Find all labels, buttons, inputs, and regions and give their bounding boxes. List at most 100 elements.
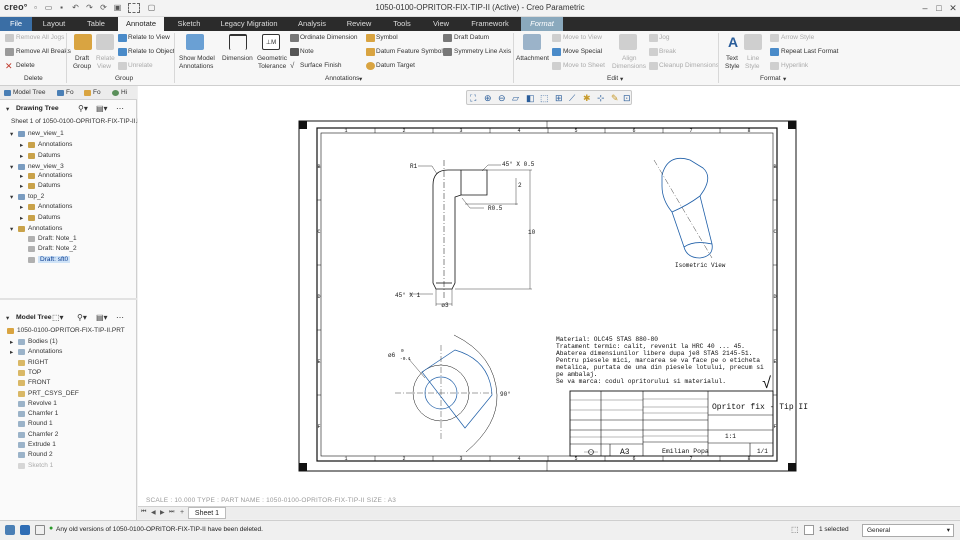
relate-to-object-button[interactable]: Relate to Object [128, 48, 175, 55]
geometric-tolerance-button[interactable]: Geometric [257, 55, 287, 62]
ordinate-dimension-button[interactable]: Ordinate Dimension [300, 34, 357, 41]
tab-file[interactable]: File [0, 17, 32, 31]
draft-datum-button[interactable]: Draft Datum [454, 34, 489, 41]
annotations-dropdown-icon[interactable]: ▾ [359, 75, 362, 83]
model-tree-item[interactable]: Annotations [28, 348, 62, 355]
tab-sheet-1[interactable]: Sheet 1 [188, 507, 226, 519]
drawing-tree-item[interactable]: Datums [38, 182, 60, 189]
line-style-button[interactable]: Line [747, 55, 759, 62]
model-tree-item[interactable]: Chamfer 2 [28, 431, 58, 438]
cleanup-dimensions-button[interactable]: Cleanup Dimensions [659, 62, 719, 69]
datum-display-icon[interactable]: ⬚ [540, 93, 549, 104]
tree-expand-icon[interactable]: ▾ [10, 130, 13, 138]
selection-filter-icon[interactable] [128, 3, 140, 13]
next-sheet-icon[interactable]: ▶ [160, 509, 165, 516]
model-tree-item[interactable]: Sketch 1 [28, 462, 53, 469]
selection-filter-box[interactable] [804, 525, 814, 535]
drawing-sheet[interactable]: 1 2 3 4 5 6 7 8 1 2 3 4 5 6 7 8 B C D E … [138, 86, 960, 506]
model-tree-item[interactable]: TOP [28, 369, 41, 376]
model-tree-item[interactable]: Round 1 [28, 420, 53, 427]
remove-all-jogs-button[interactable]: Remove All Jogs [16, 34, 64, 41]
tab-annotate[interactable]: Annotate [118, 17, 164, 31]
dimension-button[interactable]: Dimension [222, 55, 253, 62]
model-tree-item[interactable]: PRT_CSYS_DEF [28, 390, 79, 397]
note-button[interactable]: Note [300, 48, 314, 55]
tab-view[interactable]: View [424, 17, 458, 31]
show-model-annotations-button[interactable]: Show Model [179, 55, 215, 62]
model-tree-item[interactable]: FRONT [28, 379, 50, 386]
remove-all-breaks-button[interactable]: Remove All Breaks [16, 48, 71, 55]
model-tree-item[interactable]: Extrude 1 [28, 441, 56, 448]
relate-to-view-button[interactable]: Relate to View [128, 34, 170, 41]
drawing-tree-item[interactable]: Draft: Note_2 [38, 245, 77, 252]
group-label-delete[interactable]: Delete [24, 75, 43, 82]
tree-expand-icon[interactable]: ▸ [20, 182, 23, 190]
attachment-button[interactable]: Attachment [516, 55, 549, 62]
tab-legacy-migration[interactable]: Legacy Migration [212, 17, 286, 31]
redo-icon[interactable]: ↷ [84, 3, 95, 13]
tab-review[interactable]: Review [340, 17, 378, 31]
model-tree-item[interactable]: Revolve 1 [28, 400, 57, 407]
tree-expand-icon[interactable]: ▸ [20, 172, 23, 180]
tree-expand-icon[interactable]: ▾ [10, 193, 13, 201]
close-icon[interactable]: ✕ [946, 2, 960, 14]
last-sheet-icon[interactable]: ⏭ [169, 509, 174, 516]
nav-tab-favorites[interactable]: Fo [93, 89, 101, 96]
drawing-tree-item[interactable]: Datums [38, 152, 60, 159]
align-dimensions-button[interactable]: Align [622, 55, 636, 62]
drawing-sheet-item[interactable]: Sheet 1 of 1050-0100-OPRITOR-FIX-TIP-II.… [11, 118, 146, 125]
surface-finish-button[interactable]: Surface Finish [300, 62, 342, 69]
tab-layout[interactable]: Layout [35, 17, 73, 31]
tab-framework[interactable]: Framework [464, 17, 516, 31]
move-to-sheet-button[interactable]: Move to Sheet [563, 62, 605, 69]
navigator-toggle-icon[interactable] [5, 525, 15, 535]
move-special-button[interactable]: Move Special [563, 48, 602, 55]
datum-target-button[interactable]: Datum Target [376, 62, 415, 69]
undo-icon[interactable]: ↶ [70, 3, 81, 13]
jog-button[interactable]: Jog [659, 34, 669, 41]
display-style-icon[interactable]: ◧ [526, 93, 535, 104]
filter-dropdown[interactable]: General ▾ [862, 524, 954, 537]
tree-expand-icon[interactable]: ▾ [10, 225, 13, 233]
edit-dropdown-icon[interactable]: ▾ [620, 75, 623, 83]
spin-center-icon[interactable]: ⊡ [623, 93, 631, 104]
tree-expand-icon[interactable]: ▸ [20, 203, 23, 211]
browser-toggle-icon[interactable] [20, 525, 30, 535]
tab-tools[interactable]: Tools [384, 17, 420, 31]
tree-expand-icon[interactable]: ▸ [10, 348, 13, 356]
maximize-icon[interactable]: □ [932, 2, 946, 14]
group-label-group[interactable]: Group [115, 75, 133, 82]
model-tree-settings-icon[interactable]: ⚲▾ [77, 313, 87, 322]
open-icon[interactable]: ▭ [43, 3, 54, 13]
graphics-window[interactable]: 1 2 3 4 5 6 7 8 1 2 3 4 5 6 7 8 B C D E … [138, 86, 960, 506]
tree-expand-icon[interactable]: ▸ [20, 141, 23, 149]
model-root-item[interactable]: 1050-0100-OPRITOR-FIX-TIP-II.PRT [17, 327, 125, 334]
selection-icon[interactable]: ⬚ [791, 525, 799, 534]
group-label-format[interactable]: Format [760, 75, 781, 82]
tree-filter-icon[interactable]: ⋯ [116, 104, 124, 113]
csys-icon[interactable]: ⊹ [597, 93, 605, 104]
tree-settings-icon[interactable]: ⚲▾ [78, 104, 88, 113]
model-tree-item[interactable]: Chamfer 1 [28, 410, 58, 417]
add-sheet-icon[interactable]: + [180, 509, 184, 516]
group-label-edit[interactable]: Edit [607, 75, 618, 82]
delete-button[interactable]: Delete [16, 62, 35, 69]
tab-analysis[interactable]: Analysis [292, 17, 332, 31]
drawing-tree-collapse-icon[interactable]: ▾ [6, 105, 9, 113]
nav-tab-history[interactable]: Hi [121, 89, 127, 96]
save-icon[interactable]: ▪ [56, 3, 67, 13]
drawing-tree-item[interactable]: Annotations [38, 203, 72, 210]
first-sheet-icon[interactable]: ⏮ [141, 509, 146, 516]
drawing-tree-item[interactable]: Annotations [28, 225, 62, 232]
hyperlink-button[interactable]: Hyperlink [781, 62, 808, 69]
datum-axes-icon[interactable]: ⟋ [569, 93, 575, 104]
draft-group-button[interactable]: Draft [75, 55, 89, 62]
group-label-annotations[interactable]: Annotations [325, 75, 359, 82]
prev-sheet-icon[interactable]: ◀ [151, 509, 156, 516]
drawing-tree-item[interactable]: Draft: Note_1 [38, 235, 77, 242]
arrow-style-button[interactable]: Arrow Style [781, 34, 814, 41]
tree-expand-icon[interactable]: ▸ [20, 152, 23, 160]
move-to-view-button[interactable]: Move to View [563, 34, 602, 41]
model-tree-show-icon[interactable]: ▤▾ [96, 313, 108, 322]
windows-icon[interactable]: ▣ [112, 3, 123, 13]
